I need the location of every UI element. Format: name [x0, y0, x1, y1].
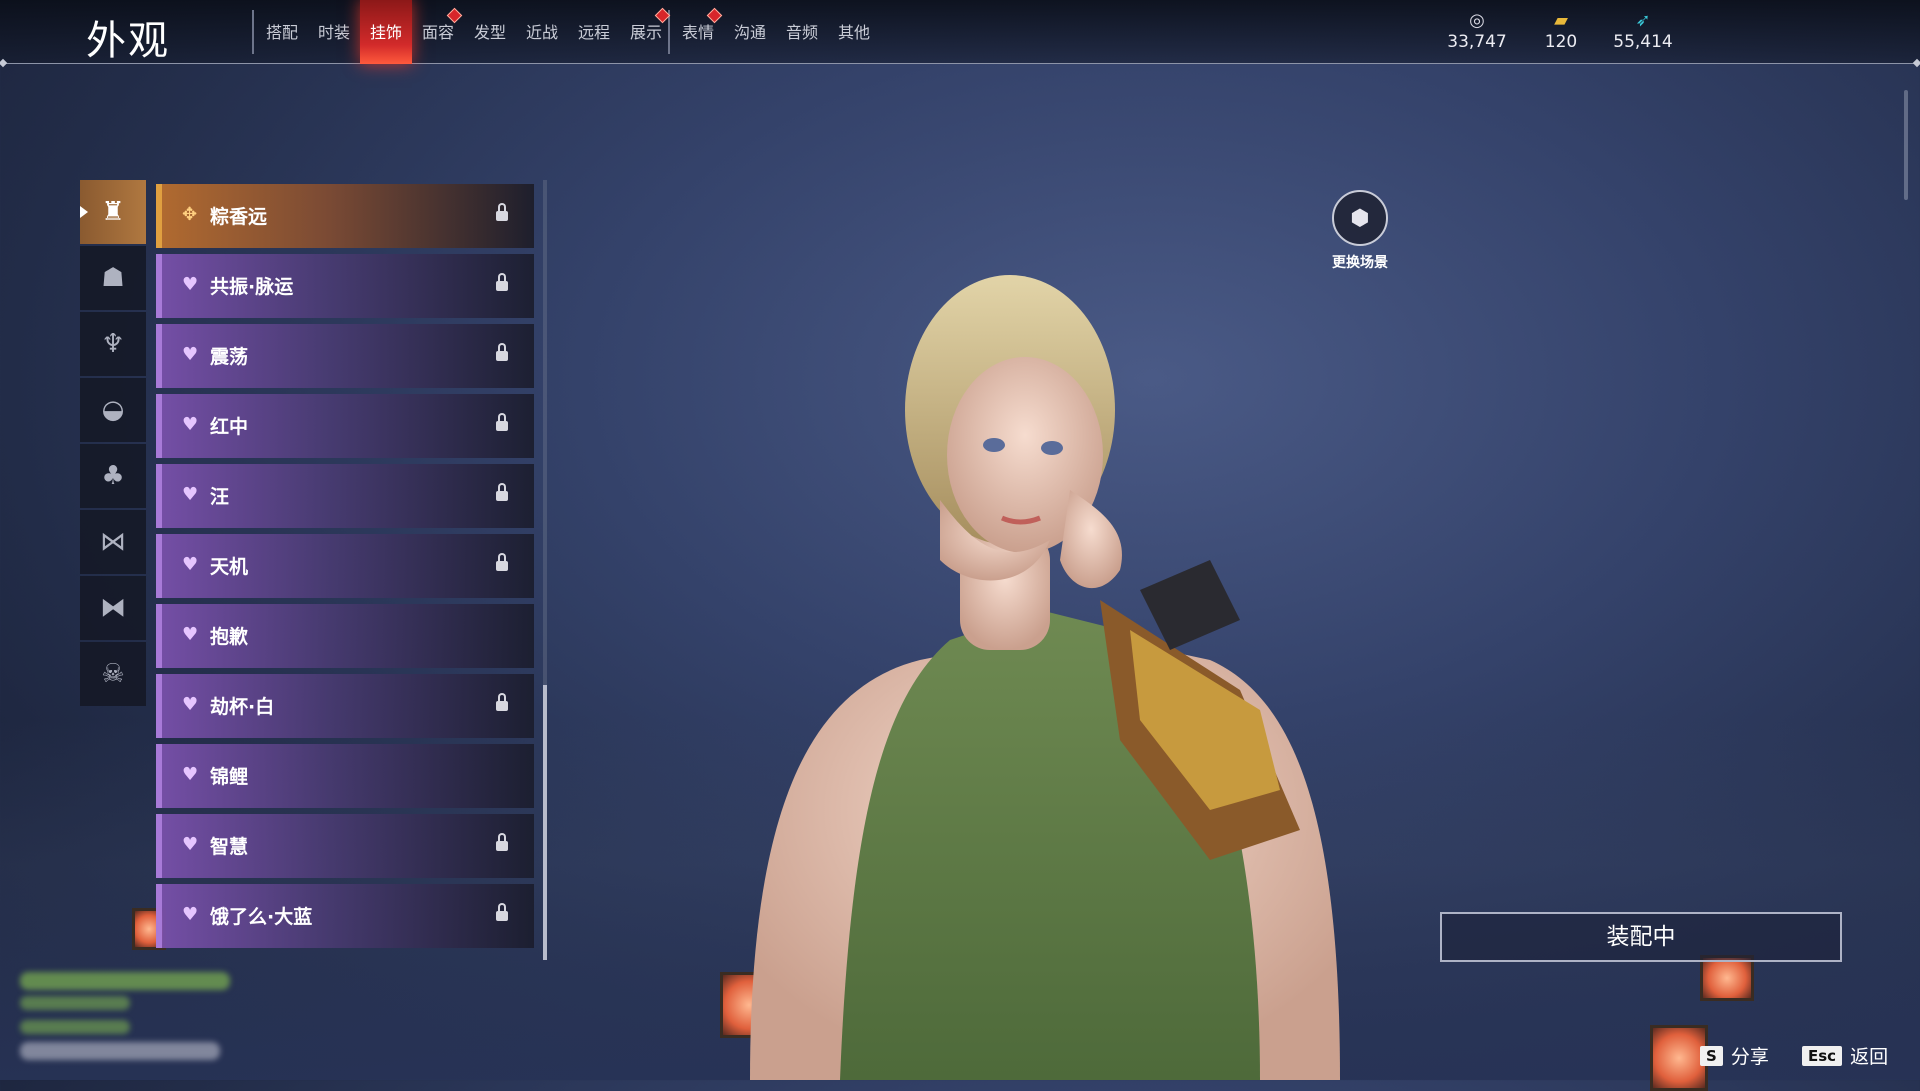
slot-hairpin[interactable]: ♆ — [80, 312, 146, 376]
list-item[interactable]: ♥ 汪 — [156, 464, 534, 528]
slot-helmet[interactable]: ♜ — [80, 180, 146, 244]
blurred-hud — [20, 972, 230, 990]
scrollbar-thumb[interactable] — [543, 685, 547, 960]
list-item[interactable]: ♥ 智慧 — [156, 814, 534, 878]
slot-back-ornament[interactable]: ⧓ — [80, 576, 146, 640]
rarity-icon: ♥ — [182, 344, 199, 365]
feather-icon: ➶ — [1635, 10, 1651, 31]
cube-icon: ⬢ — [1332, 190, 1388, 246]
lock-icon — [496, 273, 508, 291]
equip-button[interactable]: 装配中 — [1440, 912, 1842, 962]
tab-outfit-set[interactable]: 搭配 — [256, 0, 308, 64]
tab-ranged[interactable]: 远程 — [568, 0, 620, 64]
right-edge-decoration — [1904, 90, 1908, 200]
blurred-hud — [20, 996, 130, 1010]
back-ornament-icon: ⧓ — [100, 593, 126, 623]
helmet-icon: ♜ — [101, 197, 125, 227]
new-badge-icon — [446, 7, 463, 24]
lock-icon — [496, 693, 508, 711]
title-separator — [252, 10, 254, 54]
tab-other[interactable]: 其他 — [828, 0, 880, 64]
tab-face[interactable]: 面容 — [412, 0, 464, 64]
key-s: S — [1700, 1045, 1723, 1066]
rarity-icon: ♥ — [182, 274, 199, 295]
new-badge-icon — [706, 7, 723, 24]
page-title: 外观 — [86, 18, 170, 64]
lock-icon — [496, 203, 508, 221]
tab-melee[interactable]: 近战 — [516, 0, 568, 64]
change-scene-button[interactable]: ⬢ 更换场景 — [1320, 190, 1400, 272]
cape-icon: ♣ — [101, 461, 125, 491]
lock-icon — [496, 343, 508, 361]
slot-mask[interactable]: ◒ — [80, 378, 146, 442]
lock-icon — [496, 483, 508, 501]
lock-icon — [496, 903, 508, 921]
tab-hairstyle[interactable]: 发型 — [464, 0, 516, 64]
rarity-icon: ♥ — [182, 834, 199, 855]
rarity-icon: ♥ — [182, 764, 199, 785]
tab-emote[interactable]: 表情 — [672, 0, 724, 64]
demon-face-icon: ☠ — [101, 659, 125, 689]
list-scrollbar[interactable] — [543, 180, 547, 960]
lock-icon — [496, 413, 508, 431]
currency-feathers: ➶ 55,414 — [1588, 10, 1698, 52]
rarity-icon: ♥ — [182, 904, 199, 925]
rarity-icon: ♥ — [182, 624, 199, 645]
rarity-icon: ♥ — [182, 484, 199, 505]
accessory-list: ✥ 粽香远 ♥ 共振·脉运 ♥ 震荡 ♥ 红中 ♥ 汪 ♥ 天机 ♥ 抱歉 ♥ 劫杯·白 ♥ 锦鲤… — [156, 184, 534, 954]
list-item[interactable]: ✥ 粽香远 — [156, 184, 534, 248]
list-item[interactable]: ♥ 锦鲤 — [156, 744, 534, 808]
new-badge-icon — [654, 7, 671, 24]
list-item[interactable]: ♥ 天机 — [156, 534, 534, 598]
rarity-icon: ✥ — [182, 204, 198, 225]
tab-accessory[interactable]: 挂饰 — [360, 0, 412, 64]
waist-icon: ⋈ — [100, 527, 126, 557]
blurred-hud — [20, 1020, 130, 1034]
back-hint[interactable]: Esc 返回 — [1802, 1042, 1888, 1069]
lock-icon — [496, 833, 508, 851]
key-esc: Esc — [1802, 1045, 1843, 1066]
list-item[interactable]: ♥ 抱歉 — [156, 604, 534, 668]
category-tabs: 搭配 时装 挂饰 面容 发型 近战 远程 展示 表情 沟通 音频 其他 — [256, 0, 880, 64]
hat-icon: ☗ — [101, 263, 125, 293]
slot-waist[interactable]: ⋈ — [80, 510, 146, 574]
tab-audio[interactable]: 音频 — [776, 0, 828, 64]
rarity-icon: ♥ — [182, 554, 199, 575]
rarity-icon: ♥ — [182, 694, 199, 715]
blurred-hud — [20, 1042, 220, 1060]
character-model — [750, 275, 1340, 1080]
accessory-slot-column: ♜ ☗ ♆ ◒ ♣ ⋈ ⧓ ☠ — [80, 180, 146, 708]
rarity-icon: ♥ — [182, 414, 199, 435]
list-item[interactable]: ♥ 劫杯·白 — [156, 674, 534, 738]
tab-display[interactable]: 展示 — [620, 0, 672, 64]
slot-demon-face[interactable]: ☠ — [80, 642, 146, 706]
share-hint[interactable]: S 分享 — [1700, 1042, 1769, 1069]
list-item[interactable]: ♥ 震荡 — [156, 324, 534, 388]
lock-icon — [496, 553, 508, 571]
mask-icon: ◒ — [101, 395, 125, 425]
list-item[interactable]: ♥ 红中 — [156, 394, 534, 458]
tab-fashion[interactable]: 时装 — [308, 0, 360, 64]
hairpin-icon: ♆ — [101, 329, 125, 359]
slot-hat[interactable]: ☗ — [80, 246, 146, 310]
slot-cape[interactable]: ♣ — [80, 444, 146, 508]
list-item[interactable]: ♥ 饿了么·大蓝 — [156, 884, 534, 948]
tab-communication[interactable]: 沟通 — [724, 0, 776, 64]
list-item[interactable]: ♥ 共振·脉运 — [156, 254, 534, 318]
